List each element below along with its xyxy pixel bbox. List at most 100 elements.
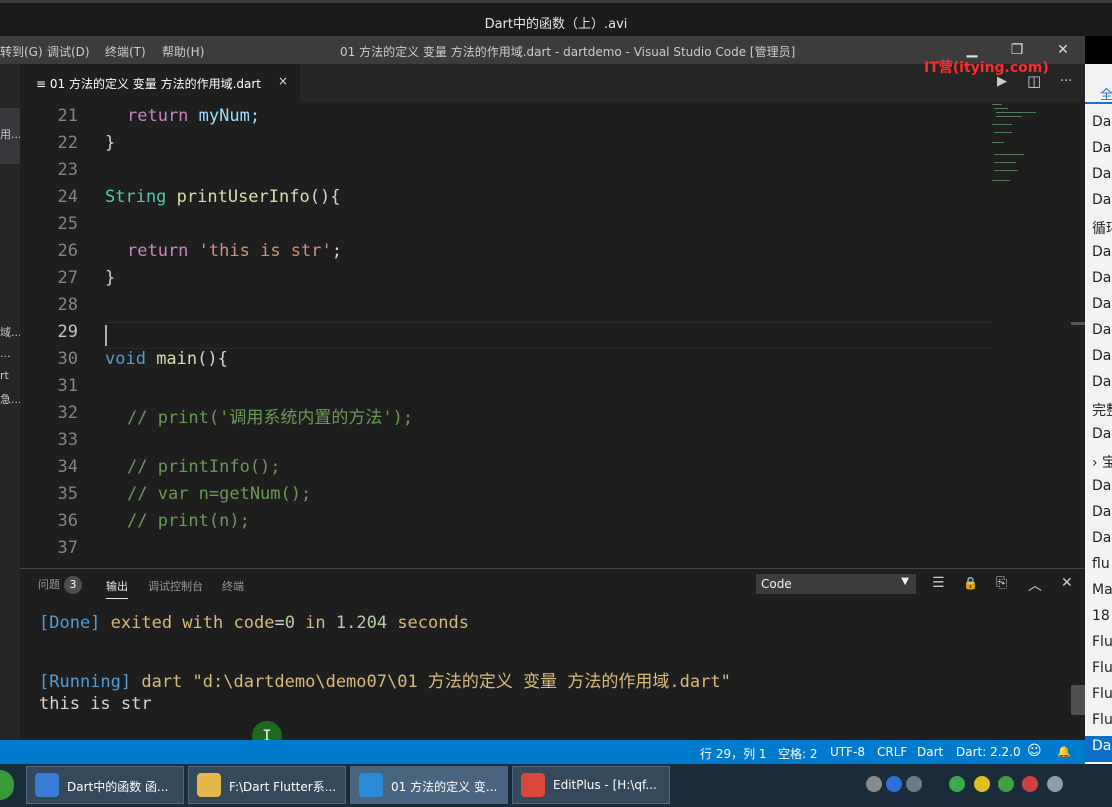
start-orb-icon[interactable] <box>0 770 14 800</box>
run-icon[interactable]: ▶ <box>997 74 1007 89</box>
list-item[interactable]: flu <box>1092 556 1110 572</box>
keyboard-icon[interactable] <box>866 776 882 792</box>
folder-icon <box>197 773 221 797</box>
list-item[interactable]: Da <box>1092 244 1111 260</box>
output-console[interactable]: [Done] exited with code=0 in 1.204 secon… <box>20 601 1070 751</box>
code-line: 28 <box>20 295 992 322</box>
output-text: = <box>274 613 285 633</box>
encoding[interactable]: UTF-8 <box>830 745 865 759</box>
taskbar-button-label: F:\Dart Flutter系... <box>229 780 337 794</box>
menu-help[interactable]: 帮助(H) <box>162 43 204 60</box>
sidebar-item[interactable]: 用... <box>0 126 20 142</box>
indentation[interactable]: 空格: 2 <box>778 745 818 762</box>
code-line: 31 <box>20 376 992 403</box>
feedback-icon[interactable]: ☺ <box>1027 743 1042 759</box>
code-line-current: 29 <box>20 322 992 349</box>
list-item[interactable]: Flu <box>1092 712 1112 728</box>
more-actions-icon[interactable]: ··· <box>1060 74 1072 89</box>
taskbar-button-editplus[interactable]: EditPlus - [H:\qf... <box>512 766 670 804</box>
list-item[interactable]: Ma <box>1092 582 1112 598</box>
copy-icon[interactable]: ⎘ <box>996 575 1007 591</box>
network-icon[interactable] <box>906 776 922 792</box>
menu-terminal[interactable]: 终端(T) <box>105 43 146 60</box>
list-item[interactable]: Da <box>1092 296 1111 312</box>
output-channel-select[interactable]: Code ▼ <box>756 574 916 594</box>
list-item[interactable]: Da <box>1092 192 1111 208</box>
app-tray-icon[interactable] <box>1022 776 1038 792</box>
menu-goto[interactable]: 转到(G) <box>0 43 43 60</box>
dart-sdk-version[interactable]: Dart: 2.2.0 <box>956 745 1021 759</box>
code-line: 34 // printInfo(); <box>20 457 992 484</box>
tab-output[interactable]: 输出 <box>106 578 128 599</box>
shield-icon[interactable] <box>998 776 1014 792</box>
code-line: 26 return 'this is str'; <box>20 241 992 268</box>
list-item[interactable]: Da <box>1092 322 1111 338</box>
menu-debug[interactable]: 调试(D) <box>47 43 90 60</box>
sidebar-item[interactable]: 急... <box>0 391 20 407</box>
sidebar-item[interactable]: ... <box>0 347 20 360</box>
code-token: return <box>127 241 189 261</box>
list-item[interactable]: 循环 <box>1092 218 1112 238</box>
app-tray-icon[interactable] <box>949 776 965 792</box>
list-item[interactable]: Da <box>1092 374 1111 390</box>
vscode-icon <box>359 773 383 797</box>
code-line: 37 <box>20 538 992 565</box>
list-item[interactable]: Da <box>1092 270 1111 286</box>
minimap[interactable] <box>992 102 1052 192</box>
split-editor-icon[interactable]: ◫ <box>1027 72 1041 90</box>
taskbar-button-video[interactable]: Dart中的函数 函... <box>26 766 184 804</box>
output-tag: [Done] <box>39 613 101 633</box>
list-item[interactable]: Da <box>1092 114 1111 130</box>
code-token: return <box>127 106 189 126</box>
list-item[interactable]: Da <box>1092 140 1111 156</box>
list-item[interactable]: Da <box>1092 530 1111 546</box>
code-comment: // var n=getNum(); <box>127 484 312 504</box>
clear-output-icon[interactable]: ☰ <box>932 575 945 591</box>
help-icon[interactable] <box>886 776 902 792</box>
list-item[interactable]: Da <box>1092 348 1111 364</box>
output-number: 1.204 <box>335 613 388 633</box>
output-result: this is str <box>39 694 152 714</box>
code-editor[interactable]: 21 return myNum; 22 } 23 24 String print… <box>20 102 1085 568</box>
list-item[interactable]: Da <box>1092 504 1111 520</box>
bell-icon[interactable]: 🔔 <box>1057 745 1071 758</box>
editor-scrollbar[interactable] <box>1071 102 1085 568</box>
language-mode[interactable]: Dart <box>917 745 943 759</box>
list-item[interactable]: 完整 <box>1092 400 1112 420</box>
line-ending[interactable]: CRLF <box>877 745 907 759</box>
lock-icon[interactable]: 🔒 <box>963 576 978 590</box>
list-item[interactable]: Da <box>1092 426 1111 442</box>
sidebar-item[interactable]: 域... <box>0 324 20 340</box>
list-item[interactable]: Flu <box>1092 660 1112 676</box>
tab-debug-console[interactable]: 调试控制台 <box>148 578 203 594</box>
list-item[interactable]: Da <box>1092 478 1111 494</box>
list-item[interactable]: › 宝 <box>1092 452 1112 472</box>
list-item[interactable]: Flu <box>1092 686 1112 702</box>
right-explorer-partial: 全 Da Da Da Da 循环 Da Da Da Da Da Da 完整 Da… <box>1085 64 1112 764</box>
code-token: 'this is str' <box>198 241 332 261</box>
taskbar-button-vscode[interactable]: 01 方法的定义 变... <box>350 766 508 804</box>
close-icon[interactable]: ✕ <box>1053 40 1073 60</box>
close-panel-icon[interactable]: ✕ <box>1061 575 1073 591</box>
taskbar-button-label: EditPlus - [H:\qf... <box>553 778 657 792</box>
list-item[interactable]: Flu <box>1092 634 1112 650</box>
cursor-position[interactable]: 行 29，列 1 <box>700 745 767 762</box>
list-item[interactable]: Da <box>1092 166 1111 182</box>
volume-icon[interactable] <box>1047 776 1063 792</box>
panel-scrollbar[interactable] <box>1071 685 1085 715</box>
taskbar-button-explorer[interactable]: F:\Dart Flutter系... <box>188 766 346 804</box>
list-item[interactable]: 18 <box>1092 608 1110 624</box>
sidebar-item[interactable]: rt <box>0 369 20 382</box>
tab-problems[interactable]: 问题 3 <box>38 576 82 594</box>
maximize-panel-icon[interactable]: ︿ <box>1028 575 1042 595</box>
tab-active-file[interactable]: ≡ 01 方法的定义 变量 方法的作用域.dart × <box>20 64 300 102</box>
app-tray-icon[interactable] <box>974 776 990 792</box>
code-comment: // printInfo(); <box>127 457 281 477</box>
right-pane-header[interactable]: 全 <box>1085 78 1112 104</box>
line-number: 33 <box>57 430 78 450</box>
code-line: 27 } <box>20 268 992 295</box>
tab-close-icon[interactable]: × <box>278 74 288 88</box>
tab-terminal[interactable]: 终端 <box>222 578 244 594</box>
line-number: 31 <box>57 376 78 396</box>
list-item-selected[interactable]: Da <box>1092 738 1111 754</box>
